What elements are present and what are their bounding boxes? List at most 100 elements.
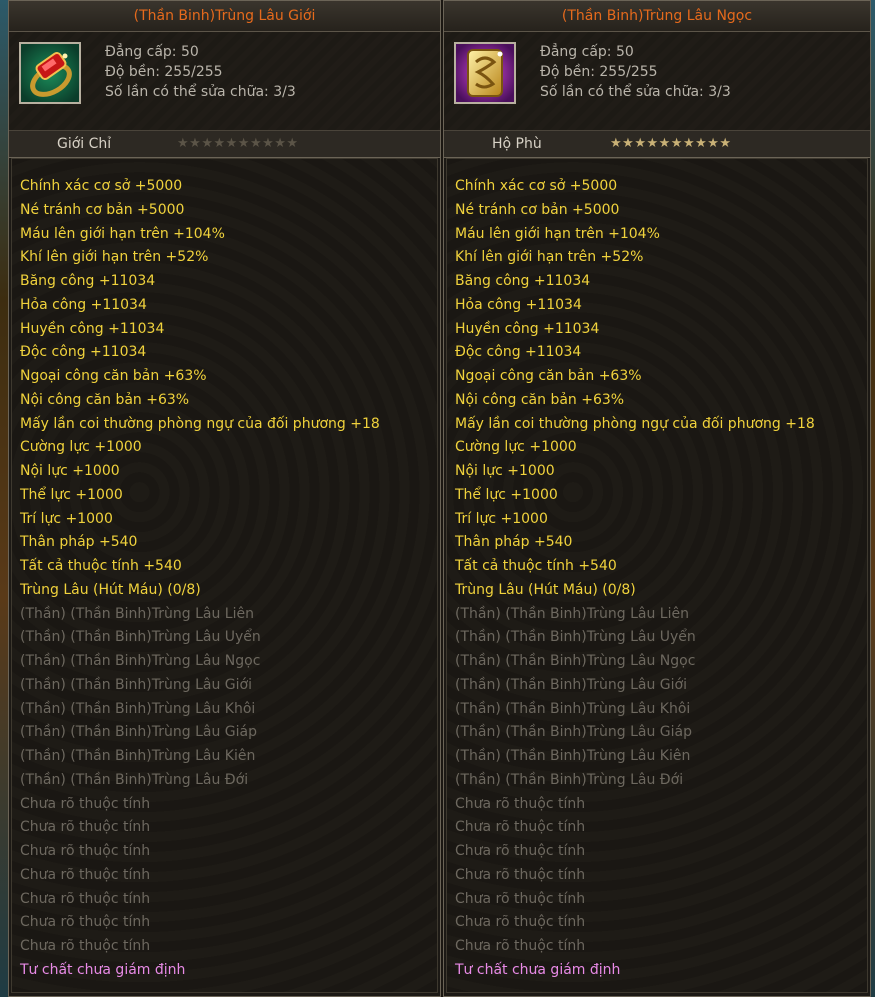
item-property: Chưa rõ thuộc tính — [455, 938, 586, 954]
item-type-bar: Hộ Phù ★★★★★★★★★★ — [444, 131, 870, 158]
item-property: (Thần) (Thần Binh)Trùng Lâu Đới — [455, 771, 684, 788]
item-property: Máu lên giới hạn trên +104% — [455, 225, 660, 242]
star-icon: ★ — [707, 136, 720, 151]
item-property: Né tránh cơ bản +5000 — [20, 201, 185, 218]
item-property: Cường lực +1000 — [455, 439, 577, 456]
item-property: Độc công +11034 — [20, 344, 147, 361]
item-property: Hỏa công +11034 — [20, 296, 147, 313]
star-icon: ★ — [670, 136, 683, 151]
item-property: Trùng Lâu (Hút Máu) (0/8) — [455, 581, 636, 598]
star-icon: ★ — [622, 136, 635, 151]
background-edge-right — [871, 0, 875, 997]
star-icon: ★ — [274, 136, 287, 151]
item-property: Băng công +11034 — [455, 273, 591, 289]
star-icon: ★ — [634, 136, 647, 151]
item-property: Hỏa công +11034 — [455, 296, 582, 313]
star-icon: ★ — [646, 136, 659, 151]
item-property: Chưa rõ thuộc tính — [455, 843, 586, 859]
item-property: Huyền công +11034 — [455, 320, 600, 337]
item-property: Chưa rõ thuộc tính — [20, 914, 151, 931]
gold-jade-pendant-icon — [456, 44, 514, 102]
item-icon-slot[interactable] — [454, 42, 516, 104]
item-header: Đẳng cấp: 50 Độ bền: 255/255 Số lần có t… — [444, 32, 870, 131]
item-property: Tư chất chưa giám định — [455, 961, 621, 978]
item-level: Đẳng cấp: 50 — [105, 44, 199, 60]
item-info: Đẳng cấp: 50 Độ bền: 255/255 Số lần có t… — [540, 42, 731, 102]
item-property: (Thần) (Thần Binh)Trùng Lâu Khôi — [455, 700, 691, 717]
item-tooltip-amulet: (Thần Binh)Trùng Lâu Ngọc Đẳng cấp: 50 Đ… — [443, 0, 871, 997]
item-info: Đẳng cấp: 50 Độ bền: 255/255 Số lần có t… — [105, 42, 296, 102]
item-property: (Thần) (Thần Binh)Trùng Lâu Liên — [20, 605, 254, 622]
item-property: Nội lực +1000 — [455, 463, 555, 479]
item-property: Trùng Lâu (Hút Máu) (0/8) — [20, 581, 201, 598]
item-property: (Thần) (Thần Binh)Trùng Lâu Giới — [20, 676, 252, 693]
item-property: Tất cả thuộc tính +540 — [455, 558, 617, 574]
item-icon-slot[interactable] — [19, 42, 81, 104]
item-title: (Thần Binh)Trùng Lâu Giới — [9, 1, 440, 32]
star-icon: ★ — [189, 136, 202, 151]
star-icon: ★ — [286, 136, 299, 151]
property-list: Chính xác cơ sở +5000 Né tránh cơ bản +50… — [455, 175, 815, 983]
item-property: Chính xác cơ sở +5000 — [455, 178, 618, 194]
star-icon: ★ — [719, 136, 732, 151]
item-property: Nội công căn bản +63% — [20, 391, 190, 408]
star-icon: ★ — [262, 136, 275, 151]
star-icon: ★ — [201, 136, 214, 151]
item-property: Thể lực +1000 — [455, 486, 558, 503]
item-tooltip-ring: (Thần Binh)Trùng Lâu Giới Đẳng cấp: 50 Đ… — [8, 0, 441, 997]
item-property: (Thần) (Thần Binh)Trùng Lâu Giáp — [455, 724, 692, 741]
item-property: Máu lên giới hạn trên +104% — [20, 225, 225, 242]
star-icon: ★ — [237, 136, 250, 151]
item-property: (Thần) (Thần Binh)Trùng Lâu Giáp — [20, 724, 257, 741]
item-property: Nội công căn bản +63% — [455, 391, 625, 408]
item-property: (Thần) (Thần Binh)Trùng Lâu Ngọc — [455, 653, 696, 669]
star-icon: ★ — [213, 136, 226, 151]
item-durability: Độ bền: 255/255 — [105, 64, 223, 80]
item-type: Hộ Phù — [492, 136, 542, 152]
item-property: Chính xác cơ sở +5000 — [20, 178, 183, 194]
item-properties-panel: Chính xác cơ sở +5000 Né tránh cơ bản +50… — [446, 158, 868, 993]
item-star-rating: ★★★★★★★★★★ — [177, 131, 299, 157]
item-property: Chưa rõ thuộc tính — [20, 938, 151, 954]
item-property: Khí lên giới hạn trên +52% — [20, 249, 209, 266]
item-property: Chưa rõ thuộc tính — [20, 795, 151, 812]
item-property: Độc công +11034 — [455, 344, 582, 361]
item-property: Băng công +11034 — [20, 273, 156, 289]
item-level: Đẳng cấp: 50 — [540, 44, 634, 60]
star-icon: ★ — [225, 136, 238, 151]
item-property: (Thần) (Thần Binh)Trùng Lâu Kiên — [20, 748, 256, 764]
item-property: Ngoại công căn bản +63% — [455, 368, 642, 384]
item-title: (Thần Binh)Trùng Lâu Ngọc — [444, 1, 870, 32]
item-property: Cường lực +1000 — [20, 439, 142, 456]
item-property: Chưa rõ thuộc tính — [20, 819, 151, 836]
item-property: Khí lên giới hạn trên +52% — [455, 249, 644, 266]
item-property: Chưa rõ thuộc tính — [455, 890, 586, 907]
item-property: (Thần) (Thần Binh)Trùng Lâu Uyển — [455, 629, 696, 646]
item-property: Trí lực +1000 — [20, 510, 113, 527]
item-property: Tư chất chưa giám định — [20, 961, 186, 978]
item-durability: Độ bền: 255/255 — [540, 64, 658, 80]
item-property: (Thần) (Thần Binh)Trùng Lâu Giới — [455, 676, 687, 693]
item-property: (Thần) (Thần Binh)Trùng Lâu Đới — [20, 771, 249, 788]
item-property: Trí lực +1000 — [455, 510, 548, 527]
item-property: Chưa rõ thuộc tính — [455, 866, 586, 883]
item-star-rating: ★★★★★★★★★★ — [610, 131, 732, 157]
item-property: Nội lực +1000 — [20, 463, 120, 479]
item-property: Né tránh cơ bản +5000 — [455, 201, 620, 218]
star-icon: ★ — [658, 136, 671, 151]
property-list: Chính xác cơ sở +5000 Né tránh cơ bản +50… — [20, 175, 380, 983]
item-property: Mấy lần coi thường phòng ngự của đối phư… — [20, 415, 380, 432]
item-property: Chưa rõ thuộc tính — [20, 890, 151, 907]
item-repair-count: Số lần có thể sửa chữa: 3/3 — [540, 84, 731, 100]
item-property: Thể lực +1000 — [20, 486, 123, 503]
item-property: (Thần) (Thần Binh)Trùng Lâu Kiên — [455, 748, 691, 764]
item-header: Đẳng cấp: 50 Độ bền: 255/255 Số lần có t… — [9, 32, 440, 131]
item-type: Giới Chỉ — [57, 136, 112, 152]
item-property: Huyền công +11034 — [20, 320, 165, 337]
item-property: Chưa rõ thuộc tính — [20, 843, 151, 859]
star-icon: ★ — [610, 136, 623, 151]
item-property: Chưa rõ thuộc tính — [455, 819, 586, 836]
item-property: (Thần) (Thần Binh)Trùng Lâu Liên — [455, 605, 689, 622]
item-property: Chưa rõ thuộc tính — [455, 914, 586, 931]
item-property: Ngoại công căn bản +63% — [20, 368, 207, 384]
